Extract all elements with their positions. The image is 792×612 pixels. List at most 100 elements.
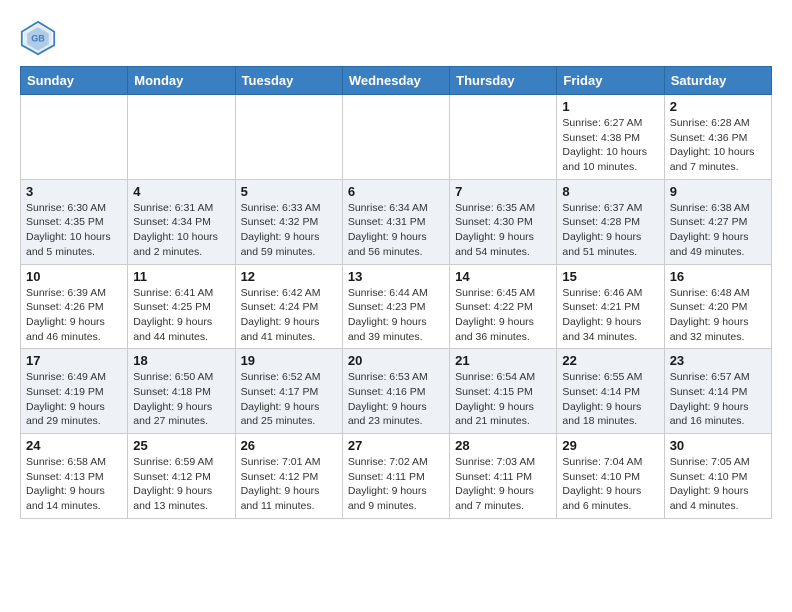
day-number: 17 xyxy=(26,353,122,368)
day-number: 22 xyxy=(562,353,658,368)
calendar-cell: 19Sunrise: 6:52 AM Sunset: 4:17 PM Dayli… xyxy=(235,349,342,434)
day-number: 5 xyxy=(241,184,337,199)
day-info: Sunrise: 7:01 AM Sunset: 4:12 PM Dayligh… xyxy=(241,455,337,514)
day-info: Sunrise: 6:37 AM Sunset: 4:28 PM Dayligh… xyxy=(562,201,658,260)
day-info: Sunrise: 6:33 AM Sunset: 4:32 PM Dayligh… xyxy=(241,201,337,260)
weekday-header: Thursday xyxy=(450,67,557,95)
day-number: 28 xyxy=(455,438,551,453)
day-number: 10 xyxy=(26,269,122,284)
day-info: Sunrise: 6:45 AM Sunset: 4:22 PM Dayligh… xyxy=(455,286,551,345)
calendar-cell: 12 Sunrise: 6:42 AM Sunset: 4:24 PM Dayli… xyxy=(235,264,342,349)
day-info: Sunrise: 6:57 AM Sunset: 4:14 PM Dayligh… xyxy=(670,370,766,429)
day-number: 30 xyxy=(670,438,766,453)
calendar-cell: 11 Sunrise: 6:41 AM Sunset: 4:25 PM Dayli… xyxy=(128,264,235,349)
calendar-cell: 20 Sunrise: 6:53 AM Sunset: 4:16 PM Dayli… xyxy=(342,349,449,434)
day-info: Sunrise: 6:50 AM Sunset: 4:18 PM Dayligh… xyxy=(133,370,229,429)
calendar-cell xyxy=(128,95,235,180)
day-info: Sunrise: 6:48 AM Sunset: 4:20 PM Dayligh… xyxy=(670,286,766,345)
day-number: 11 xyxy=(133,269,229,284)
calendar-cell: 3 Sunrise: 6:30 AM Sunset: 4:35 PM Daylig… xyxy=(21,179,128,264)
calendar-cell: 14 Sunrise: 6:45 AM Sunset: 4:22 PM Dayli… xyxy=(450,264,557,349)
calendar-week-row: 10Sunrise: 6:39 AM Sunset: 4:26 PM Dayli… xyxy=(21,264,772,349)
calendar-cell: 8Sunrise: 6:37 AM Sunset: 4:28 PM Daylig… xyxy=(557,179,664,264)
logo-icon: GB xyxy=(20,20,56,56)
day-number: 12 xyxy=(241,269,337,284)
calendar-cell: 5 Sunrise: 6:33 AM Sunset: 4:32 PM Daylig… xyxy=(235,179,342,264)
day-info: Sunrise: 7:04 AM Sunset: 4:10 PM Dayligh… xyxy=(562,455,658,514)
weekday-header: Saturday xyxy=(664,67,771,95)
day-info: Sunrise: 6:59 AM Sunset: 4:12 PM Dayligh… xyxy=(133,455,229,514)
weekday-header: Friday xyxy=(557,67,664,95)
day-number: 25 xyxy=(133,438,229,453)
calendar-cell: 16 Sunrise: 6:48 AM Sunset: 4:20 PM Dayli… xyxy=(664,264,771,349)
calendar-cell: 17 Sunrise: 6:49 AM Sunset: 4:19 PM Dayli… xyxy=(21,349,128,434)
logo: GB xyxy=(20,20,62,56)
calendar-cell: 13Sunrise: 6:44 AM Sunset: 4:23 PM Dayli… xyxy=(342,264,449,349)
day-number: 6 xyxy=(348,184,444,199)
calendar-cell: 10Sunrise: 6:39 AM Sunset: 4:26 PM Dayli… xyxy=(21,264,128,349)
calendar-week-row: 17 Sunrise: 6:49 AM Sunset: 4:19 PM Dayli… xyxy=(21,349,772,434)
calendar-cell: 9 Sunrise: 6:38 AM Sunset: 4:27 PM Daylig… xyxy=(664,179,771,264)
day-info: Sunrise: 7:02 AM Sunset: 4:11 PM Dayligh… xyxy=(348,455,444,514)
day-number: 14 xyxy=(455,269,551,284)
day-number: 3 xyxy=(26,184,122,199)
day-number: 23 xyxy=(670,353,766,368)
calendar-cell: 6 Sunrise: 6:34 AM Sunset: 4:31 PM Daylig… xyxy=(342,179,449,264)
day-info: Sunrise: 6:34 AM Sunset: 4:31 PM Dayligh… xyxy=(348,201,444,260)
calendar-week-row: 24 Sunrise: 6:58 AM Sunset: 4:13 PM Dayli… xyxy=(21,434,772,519)
calendar-cell: 4 Sunrise: 6:31 AM Sunset: 4:34 PM Daylig… xyxy=(128,179,235,264)
day-info: Sunrise: 6:30 AM Sunset: 4:35 PM Dayligh… xyxy=(26,201,122,260)
svg-text:GB: GB xyxy=(31,34,45,44)
calendar-cell: 29 Sunrise: 7:04 AM Sunset: 4:10 PM Dayli… xyxy=(557,434,664,519)
weekday-header: Tuesday xyxy=(235,67,342,95)
weekday-header-row: SundayMondayTuesdayWednesdayThursdayFrid… xyxy=(21,67,772,95)
day-number: 18 xyxy=(133,353,229,368)
day-number: 20 xyxy=(348,353,444,368)
weekday-header: Monday xyxy=(128,67,235,95)
page: GB SundayMondayTuesdayWednesdayThursdayF… xyxy=(0,0,792,529)
day-number: 21 xyxy=(455,353,551,368)
day-number: 26 xyxy=(241,438,337,453)
calendar-week-row: 1Sunrise: 6:27 AM Sunset: 4:38 PM Daylig… xyxy=(21,95,772,180)
calendar-cell: 18 Sunrise: 6:50 AM Sunset: 4:18 PM Dayli… xyxy=(128,349,235,434)
calendar-table: SundayMondayTuesdayWednesdayThursdayFrid… xyxy=(20,66,772,519)
day-number: 9 xyxy=(670,184,766,199)
day-info: Sunrise: 7:03 AM Sunset: 4:11 PM Dayligh… xyxy=(455,455,551,514)
day-info: Sunrise: 6:49 AM Sunset: 4:19 PM Dayligh… xyxy=(26,370,122,429)
day-info: Sunrise: 6:44 AM Sunset: 4:23 PM Dayligh… xyxy=(348,286,444,345)
header: GB xyxy=(20,20,772,56)
day-info: Sunrise: 6:42 AM Sunset: 4:24 PM Dayligh… xyxy=(241,286,337,345)
calendar-cell: 22Sunrise: 6:55 AM Sunset: 4:14 PM Dayli… xyxy=(557,349,664,434)
day-info: Sunrise: 6:35 AM Sunset: 4:30 PM Dayligh… xyxy=(455,201,551,260)
calendar-cell: 2 Sunrise: 6:28 AM Sunset: 4:36 PM Daylig… xyxy=(664,95,771,180)
day-info: Sunrise: 6:31 AM Sunset: 4:34 PM Dayligh… xyxy=(133,201,229,260)
calendar-cell: 1Sunrise: 6:27 AM Sunset: 4:38 PM Daylig… xyxy=(557,95,664,180)
day-info: Sunrise: 6:54 AM Sunset: 4:15 PM Dayligh… xyxy=(455,370,551,429)
day-info: Sunrise: 6:53 AM Sunset: 4:16 PM Dayligh… xyxy=(348,370,444,429)
day-number: 27 xyxy=(348,438,444,453)
calendar-cell: 25 Sunrise: 6:59 AM Sunset: 4:12 PM Dayli… xyxy=(128,434,235,519)
calendar-cell: 21 Sunrise: 6:54 AM Sunset: 4:15 PM Dayli… xyxy=(450,349,557,434)
calendar-week-row: 3 Sunrise: 6:30 AM Sunset: 4:35 PM Daylig… xyxy=(21,179,772,264)
calendar-cell: 7Sunrise: 6:35 AM Sunset: 4:30 PM Daylig… xyxy=(450,179,557,264)
day-number: 4 xyxy=(133,184,229,199)
day-info: Sunrise: 6:38 AM Sunset: 4:27 PM Dayligh… xyxy=(670,201,766,260)
calendar-cell: 28 Sunrise: 7:03 AM Sunset: 4:11 PM Dayli… xyxy=(450,434,557,519)
calendar-cell: 30 Sunrise: 7:05 AM Sunset: 4:10 PM Dayli… xyxy=(664,434,771,519)
day-info: Sunrise: 6:58 AM Sunset: 4:13 PM Dayligh… xyxy=(26,455,122,514)
day-number: 19 xyxy=(241,353,337,368)
weekday-header: Sunday xyxy=(21,67,128,95)
calendar-cell: 15Sunrise: 6:46 AM Sunset: 4:21 PM Dayli… xyxy=(557,264,664,349)
calendar-cell xyxy=(450,95,557,180)
day-number: 24 xyxy=(26,438,122,453)
day-number: 1 xyxy=(562,99,658,114)
calendar-cell xyxy=(235,95,342,180)
day-info: Sunrise: 6:41 AM Sunset: 4:25 PM Dayligh… xyxy=(133,286,229,345)
day-info: Sunrise: 6:28 AM Sunset: 4:36 PM Dayligh… xyxy=(670,116,766,175)
day-number: 15 xyxy=(562,269,658,284)
day-number: 29 xyxy=(562,438,658,453)
day-info: Sunrise: 7:05 AM Sunset: 4:10 PM Dayligh… xyxy=(670,455,766,514)
day-number: 2 xyxy=(670,99,766,114)
weekday-header: Wednesday xyxy=(342,67,449,95)
day-number: 16 xyxy=(670,269,766,284)
